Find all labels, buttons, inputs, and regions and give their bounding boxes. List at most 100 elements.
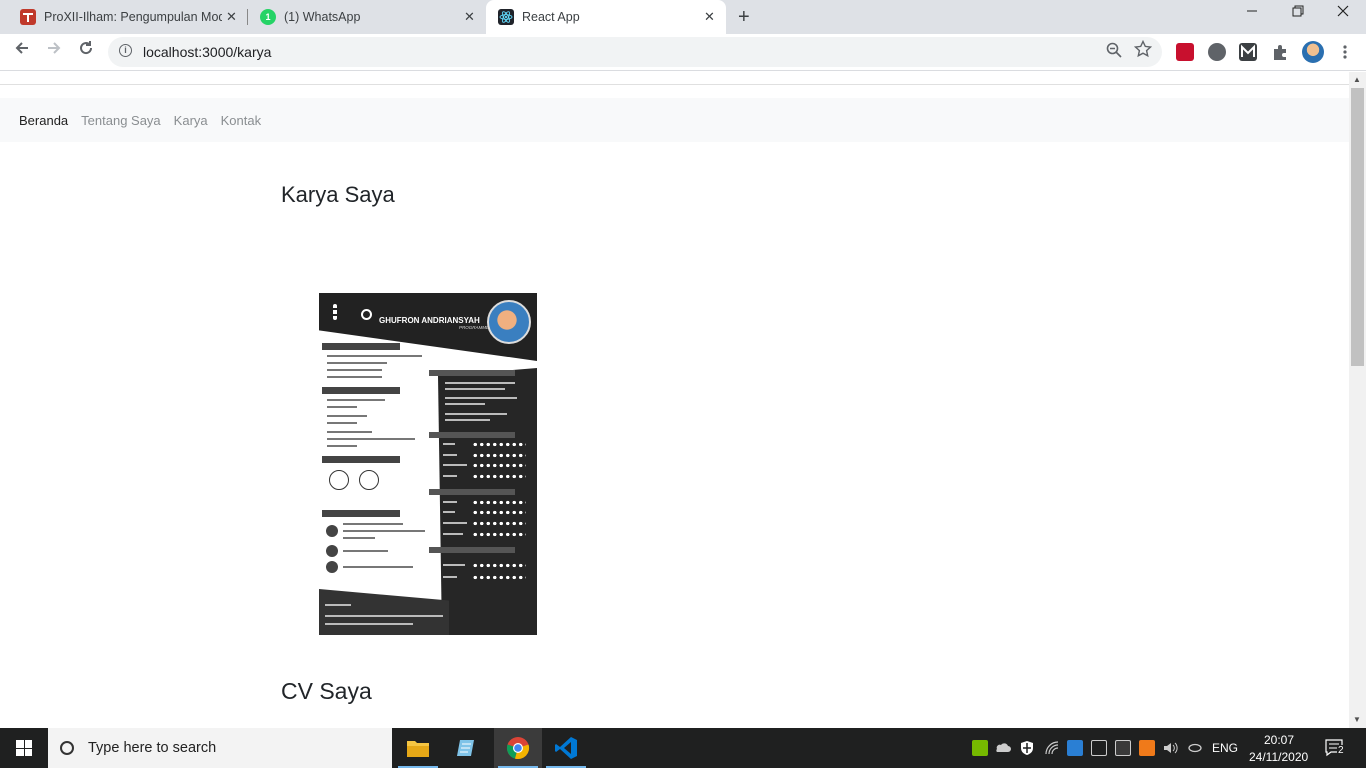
address-bar[interactable]: i localhost:3000/karya [108,37,1162,67]
site-navbar: Beranda Tentang Saya Karya Kontak [0,98,1349,142]
cv-skill-dots [472,453,526,458]
cv-text-line [445,382,515,384]
cv-skill-dots [472,463,526,468]
battery-tray-icon[interactable] [1115,740,1131,756]
notification-center-button[interactable]: 2 [1325,739,1345,757]
tab-proxii[interactable]: ProXII-Ilham: Pengumpulan Mod ✕ [0,0,246,34]
tab-title: (1) WhatsApp [284,10,361,24]
reload-button[interactable] [74,40,98,61]
cv-skill-dots [472,474,526,479]
cv-motivation-band [319,589,449,635]
url-text[interactable]: localhost:3000/karya [143,44,271,60]
nav-tentang-saya[interactable]: Tentang Saya [81,113,161,128]
cv-text-line [327,399,385,401]
extension-red-icon[interactable] [1176,43,1194,61]
chrome-button[interactable] [494,728,542,768]
cv-text-line [325,604,351,606]
cv-skill-dots [472,500,526,505]
scroll-thumb[interactable] [1351,88,1364,366]
taskbar-search[interactable]: Type here to search [48,728,392,768]
nav-beranda[interactable]: Beranda [19,113,68,128]
notepad-button[interactable] [442,728,490,768]
cv-menu-dots-icon [333,304,337,320]
page-scrollbar[interactable]: ▲ ▼ [1349,72,1366,728]
language-indicator[interactable]: ENG [1212,741,1238,755]
start-button[interactable] [0,728,48,768]
top-divider [0,84,1349,85]
cv-photo [487,300,531,344]
cv-skill-dots [472,532,526,537]
cv-basketball-icon [329,470,349,490]
cv-text-line [445,403,485,405]
tab-strip: ProXII-Ilham: Pengumpulan Mod ✕ 1 (1) Wh… [0,0,1366,34]
back-button[interactable] [10,40,34,61]
cv-text-line [443,564,465,566]
cv-image[interactable]: GHUFRON ANDRIANSYAH PROGRAMMER [319,293,537,635]
cv-text-line [445,413,507,415]
tab-close-icon[interactable]: ✕ [464,9,475,25]
display-tray-icon[interactable] [1091,740,1107,756]
clock-date[interactable]: 24/11/2020 [1249,750,1308,764]
cv-skill-dots [472,510,526,515]
nav-kontak[interactable]: Kontak [221,113,261,128]
window-close-button[interactable] [1320,4,1366,21]
cv-section-bar [429,489,515,495]
cv-text-line [443,501,457,503]
tab-whatsapp[interactable]: 1 (1) WhatsApp ✕ [248,0,486,34]
app-blue-tray-icon[interactable] [1067,740,1083,756]
clock-time[interactable]: 20:07 [1264,733,1294,747]
cv-text-line [327,438,415,440]
new-tab-button[interactable]: + [738,6,750,29]
cv-name: GHUFRON ANDRIANSYAH [379,316,480,325]
cv-section-bar [429,370,515,376]
cv-text-line [327,355,422,357]
minimize-button[interactable] [1229,4,1275,21]
taskbar-search-placeholder: Type here to search [88,740,217,756]
tab-close-icon[interactable]: ✕ [704,9,715,25]
proxii-favicon-icon [20,9,36,25]
extensions-puzzle-icon[interactable] [1271,43,1289,61]
wifi-tray-icon[interactable] [1044,740,1060,756]
link-tray-icon[interactable] [1187,740,1203,756]
windows-logo-icon [16,740,32,756]
scroll-down-icon[interactable]: ▼ [1353,715,1361,724]
nav-karya[interactable]: Karya [174,113,208,128]
site-info-icon[interactable]: i [119,44,132,57]
volume-tray-icon[interactable] [1162,740,1178,756]
scroll-up-icon[interactable]: ▲ [1353,75,1361,84]
cv-text-line [343,530,425,532]
cv-text-line [327,369,382,371]
profile-avatar[interactable] [1302,41,1324,63]
page-viewport: Beranda Tentang Saya Karya Kontak Karya … [0,72,1349,728]
karya-heading: Karya Saya [281,182,395,207]
cv-search-icon [361,309,372,320]
cv-text-line [327,406,357,408]
cv-text-line [327,422,357,424]
cv-text-line [343,537,375,539]
extension-m-icon[interactable] [1239,43,1257,61]
cv-text-line [327,376,382,378]
bookmark-star-icon[interactable] [1133,39,1153,63]
cv-skill-dots [472,521,526,526]
whatsapp-favicon-icon: 1 [260,9,276,25]
file-explorer-button[interactable] [394,728,442,768]
security-tray-icon[interactable] [1019,740,1035,756]
forward-button[interactable] [42,40,66,61]
tab-close-icon[interactable]: ✕ [226,9,237,25]
cv-section-bar [322,387,400,394]
cv-text-line [327,445,357,447]
windows-taskbar: Type here to search ENG 20:07 24/11/2020… [0,728,1366,768]
app-orange-tray-icon[interactable] [1139,740,1155,756]
onedrive-tray-icon[interactable] [995,740,1011,756]
nvidia-tray-icon[interactable] [972,740,988,756]
zoom-icon[interactable] [1106,42,1122,62]
vscode-button[interactable] [542,728,590,768]
cv-text-line [327,415,367,417]
extension-circle-icon[interactable] [1208,43,1226,61]
browser-menu-icon[interactable] [1336,43,1354,61]
cv-location-icon [326,525,338,537]
cv-text-line [443,533,463,535]
notepad-icon [457,740,474,756]
tab-react-app[interactable]: React App ✕ [486,0,726,34]
restore-button[interactable] [1275,4,1321,21]
